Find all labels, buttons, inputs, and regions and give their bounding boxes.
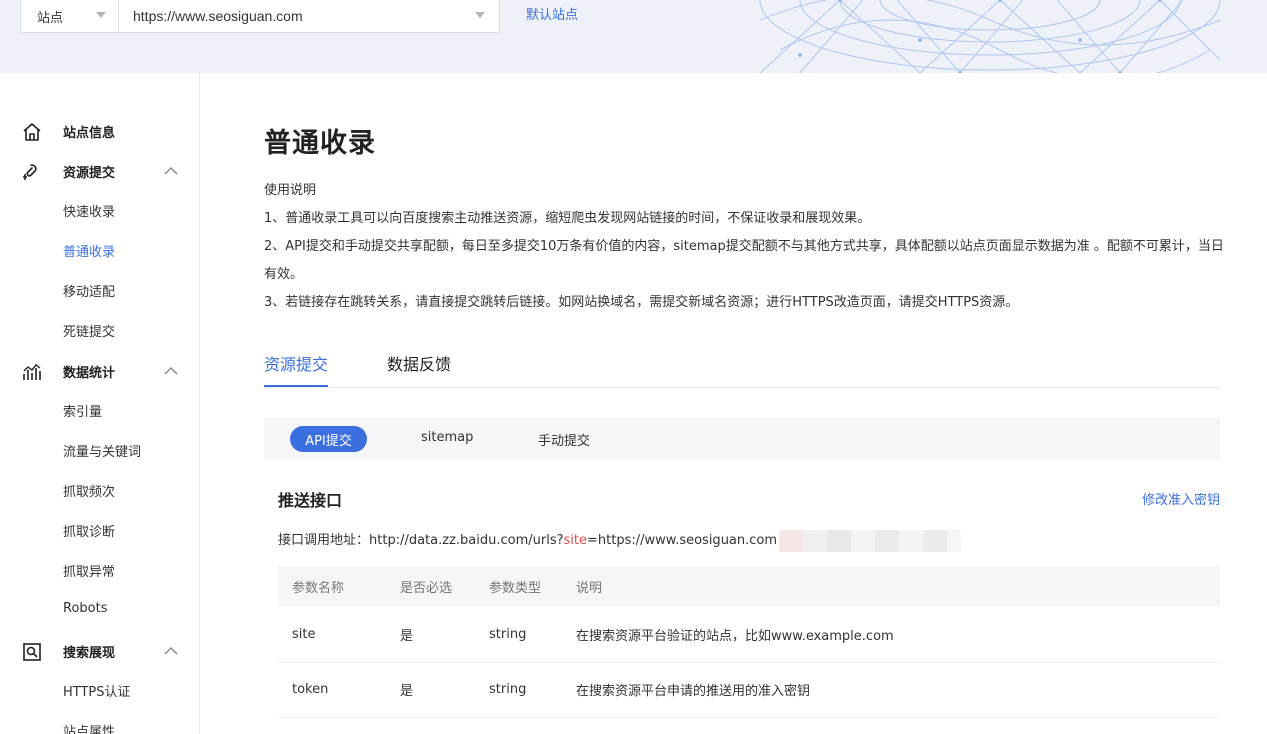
table-header: 参数类型: [475, 566, 562, 607]
usage-line: 3、若链接存在跳转关系，请直接提交跳转后链接。如网站换域名，需提交新域名资源；进…: [264, 295, 1019, 310]
top-bar: 站点 https://www.seosiguan.com 默认站点: [0, 0, 1267, 73]
table-cell: 是: [386, 662, 475, 718]
usage-description: 使用说明 1、普通收录工具可以向百度搜索主动推送资源，缩短爬虫发现网站链接的时间…: [264, 177, 1224, 317]
redacted-token: [779, 529, 962, 552]
params-table: 参数名称 是否必选 参数类型 说明 site 是 string 在搜索资源平台验…: [278, 566, 1220, 718]
api-url-suffix: =https://www.seosiguan.com: [587, 533, 778, 548]
table-cell: site: [278, 607, 386, 663]
table-row: token 是 string 在搜索资源平台申请的推送用的准入密钥: [278, 662, 1220, 718]
sidebar-item-crawl-errors[interactable]: 抓取异常: [63, 561, 115, 580]
chevron-up-icon[interactable]: [164, 164, 178, 178]
default-site-link[interactable]: 默认站点: [526, 4, 578, 23]
submit-icon: [23, 164, 37, 180]
sidebar-item-robots[interactable]: Robots: [63, 601, 107, 616]
sidebar-item-mobile-adapt[interactable]: 移动适配: [63, 281, 115, 300]
site-type-select[interactable]: 站点: [20, 0, 119, 33]
sidebar-group-site-info[interactable]: 站点信息: [0, 116, 200, 146]
tab-data-feedback[interactable]: 数据反馈: [387, 351, 451, 375]
api-url-param: site: [563, 533, 587, 548]
sidebar-item-https-cert[interactable]: HTTPS认证: [63, 681, 131, 700]
active-tab-indicator: [264, 385, 328, 387]
table-header: 说明: [562, 566, 1220, 607]
sidebar-group-label: 数据统计: [63, 366, 116, 381]
site-url-select[interactable]: https://www.seosiguan.com: [118, 0, 500, 33]
table-cell: string: [475, 662, 562, 718]
section-title: 推送接口: [278, 491, 343, 510]
sidebar-group-label: 资源提交: [63, 166, 116, 181]
table-header: 参数名称: [278, 566, 386, 607]
sidebar-item-crawl-diagnosis[interactable]: 抓取诊断: [63, 521, 115, 540]
chevron-up-icon[interactable]: [164, 364, 178, 378]
subtab-api-submit[interactable]: API提交: [290, 426, 367, 452]
chevron-up-icon[interactable]: [164, 644, 178, 658]
sidebar-group-label: 站点信息: [63, 126, 116, 141]
table-cell: string: [475, 607, 562, 663]
sidebar-item-crawl-frequency[interactable]: 抓取频次: [63, 481, 115, 500]
sidebar-item-quick-index[interactable]: 快速收录: [63, 201, 115, 220]
sidebar-item-traffic-keywords[interactable]: 流量与关键词: [63, 441, 141, 460]
usage-line: 2、API提交和手动提交共享配额，每日至多提交10万条有价值的内容，sitema…: [264, 239, 1224, 282]
table-header-row: 参数名称 是否必选 参数类型 说明: [278, 566, 1220, 607]
tab-resource-submit[interactable]: 资源提交: [264, 351, 328, 375]
table-row: site 是 string 在搜索资源平台验证的站点，比如www.example…: [278, 607, 1220, 663]
api-url-prefix: http://data.zz.baidu.com/urls?: [369, 533, 564, 548]
usage-title: 使用说明: [264, 183, 317, 198]
chevron-down-icon: [96, 12, 106, 18]
table-cell: 在搜索资源平台验证的站点，比如www.example.com: [562, 607, 1220, 663]
sidebar-group-resource-submit[interactable]: 资源提交: [0, 156, 200, 186]
submit-method-tabs: API提交 sitemap 手动提交: [264, 417, 1220, 460]
modify-key-link[interactable]: 修改准入密钥: [1142, 489, 1220, 508]
network-globe-decoration-icon: [759, 0, 1221, 73]
sidebar-item-site-attributes[interactable]: 站点属性: [63, 721, 115, 734]
sidebar-group-label: 搜索展现: [63, 646, 116, 661]
home-icon: [23, 123, 41, 141]
main-tabs: 资源提交 数据反馈: [264, 343, 1220, 388]
subtab-sitemap[interactable]: sitemap: [421, 430, 473, 445]
table-cell: 是: [386, 607, 475, 663]
sidebar-item-normal-index[interactable]: 普通收录: [63, 241, 115, 260]
api-endpoint: 接口调用地址：http://data.zz.baidu.com/urls?sit…: [278, 529, 962, 552]
chevron-down-icon: [475, 12, 485, 18]
sidebar-group-search-display[interactable]: 搜索展现: [0, 636, 200, 666]
sidebar-item-index-volume[interactable]: 索引量: [63, 401, 102, 420]
table-header: 是否必选: [386, 566, 475, 607]
stats-icon: [23, 364, 41, 380]
table-cell: token: [278, 662, 386, 718]
sidebar-item-deadlink-submit[interactable]: 死链提交: [63, 321, 115, 340]
search-display-icon: [23, 643, 41, 661]
sidebar: 站点信息 资源提交 快速收录 普通收录 移动适配 死链提交 数据统计 索引量 流…: [0, 73, 200, 734]
api-label: 接口调用地址：: [278, 533, 370, 548]
usage-line: 1、普通收录工具可以向百度搜索主动推送资源，缩短爬虫发现网站链接的时间，不保证收…: [264, 211, 871, 226]
page-title: 普通收录: [264, 128, 376, 159]
site-type-select-label: 站点: [37, 10, 64, 26]
subtab-manual-submit[interactable]: 手动提交: [538, 430, 590, 449]
sidebar-group-data-stats[interactable]: 数据统计: [0, 356, 200, 386]
site-url-value: https://www.seosiguan.com: [133, 8, 303, 24]
table-cell: 在搜索资源平台申请的推送用的准入密钥: [562, 662, 1220, 718]
